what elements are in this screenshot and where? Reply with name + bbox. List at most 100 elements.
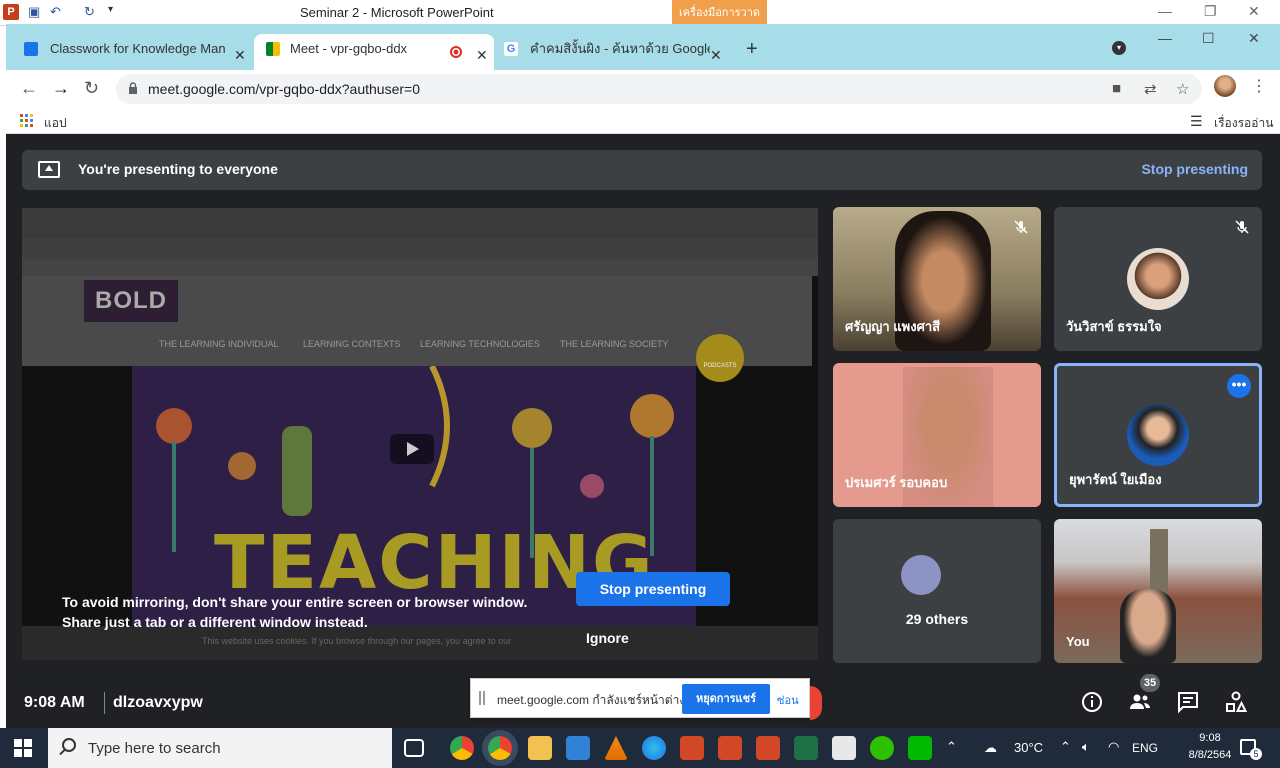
tab-search-icon[interactable]: ▾ [1112,41,1126,55]
activities-icon[interactable] [1224,690,1248,714]
powerpoint-app-icon-2[interactable] [718,736,742,760]
reading-list-icon[interactable]: ☰ [1190,113,1203,130]
close-tab-icon[interactable]: ✕ [710,40,722,70]
url-text[interactable]: meet.google.com/vpr-gqbo-ddx?authuser=0 [148,81,420,97]
vlc-icon[interactable] [604,736,628,760]
video-play-icon [390,434,434,464]
bookmark-star-icon[interactable]: ☆ [1176,80,1189,98]
recording-icon [450,46,462,58]
podcast-badge: PODCASTS [696,334,744,382]
powerpoint-app-icon[interactable] [680,736,704,760]
reload-icon[interactable]: ↻ [84,78,99,99]
info-icon[interactable] [1080,690,1104,714]
window-title: Seminar 2 - Microsoft PowerPoint [300,5,494,20]
mirroring-warning: To avoid mirroring, don't share your ent… [62,592,527,632]
close-tab-icon[interactable]: ✕ [234,40,246,70]
undo-icon[interactable]: ↶ [50,4,61,20]
file-explorer-icon[interactable] [528,736,552,760]
browser-toolbar: ← → ↻ meet.google.com/vpr-gqbo-ddx?authu… [6,70,1280,110]
chrome-active-app-icon[interactable] [488,736,512,760]
close-tab-icon[interactable]: ✕ [476,40,488,70]
stop-sharing-button[interactable]: หยุดการแชร์ [682,684,770,714]
line-app-icon[interactable] [908,736,932,760]
profile-avatar[interactable] [1214,75,1236,97]
self-label: You [1066,634,1090,649]
participant-name: ศรัญญา แพงศาสี [845,319,941,334]
camera-icon[interactable]: ■ [1112,80,1121,97]
quick-access-dropdown-icon[interactable]: ▾ [108,4,113,15]
tab-strip: Classwork for Knowledge Manag ✕ Meet - v… [6,24,1280,72]
meet-call-area: You're presenting to everyone Stop prese… [6,134,1280,728]
tab-google-search[interactable]: G คําคมสิงั้นผิง - ค้นหาด้วย Google ✕ [504,34,732,72]
chrome-close-icon[interactable]: ✕ [1248,30,1260,47]
shared-nav-item: THE LEARNING INDIVIDUAL [159,339,279,349]
person-icon [901,555,941,595]
participant-name: วันวิสาข์ ธรรมใจ [1066,319,1162,334]
participant-tile[interactable]: ศรัญญา แพงศาสี [833,207,1041,351]
participant-name: ยุพารัตน์ ใยเมือง [1069,472,1162,487]
excel-app-icon[interactable] [794,736,818,760]
tab-classwork[interactable]: Classwork for Knowledge Manag ✕ [24,34,252,72]
shared-screen-preview: BOLD THE LEARNING INDIVIDUAL LEARNING CO… [22,208,818,660]
search-placeholder[interactable]: Type here to search [88,740,221,757]
google-icon: G [504,42,518,56]
clock-date[interactable]: 8/8/2564 [1184,749,1236,761]
lock-icon[interactable] [128,82,138,94]
edge-icon[interactable] [642,736,666,760]
reading-list-label[interactable]: เรื่องรออ่าน [1214,114,1273,133]
chrome-maximize-icon[interactable]: ☐ [1202,30,1215,47]
participant-tile[interactable]: วันวิสาข์ ธรรมใจ [1054,207,1262,351]
hide-button[interactable]: ซ่อน [777,691,799,709]
wechat-icon[interactable] [870,736,894,760]
self-tile[interactable]: You [1054,519,1262,663]
shared-cookie-text: This website uses cookies. If you browse… [202,636,512,646]
stop-presenting-button[interactable]: Stop presenting [576,572,730,606]
others-tile[interactable]: 29 others [833,519,1041,663]
participant-name: ปรเมศวร์ รอบคอบ [845,475,948,490]
wifi-icon[interactable]: ◠ [1108,739,1119,755]
show-more-icon[interactable]: ⌃ [946,739,957,755]
windows-start-icon[interactable] [14,739,32,757]
powerpoint-app-icon-3[interactable] [756,736,780,760]
people-icon[interactable] [1128,690,1152,714]
tab-meet[interactable]: Meet - vpr-gqbo-ddx ✕ [254,34,494,72]
drawing-tools-tab[interactable]: เครื่องมือการวาด [672,0,767,24]
chrome-minimize-icon[interactable]: — [1158,30,1172,46]
participant-tile[interactable]: ปรเมศวร์ รอบคอบ [833,363,1041,507]
ignore-button[interactable]: Ignore [586,630,629,646]
mail-icon[interactable] [566,736,590,760]
store-icon[interactable] [832,736,856,760]
apps-label[interactable]: แอป [44,114,67,133]
task-view-icon[interactable] [404,739,424,757]
ppt-restore-icon[interactable]: ❐ [1204,3,1217,20]
input-language[interactable]: ENG [1132,741,1158,755]
volume-icon[interactable]: 🔈︎ [1082,739,1090,755]
apps-grid-icon[interactable] [20,114,34,128]
chrome-menu-icon[interactable]: ⋮ [1251,76,1267,96]
taskbar-search[interactable]: Type here to search [48,728,392,768]
back-icon[interactable]: ← [20,78,38,99]
stop-presenting-link[interactable]: Stop presenting [1141,161,1248,177]
chat-icon[interactable] [1176,690,1200,714]
translate-icon[interactable]: ⇄ [1144,80,1157,98]
ppt-minimize-icon[interactable]: — [1158,3,1172,19]
powerpoint-logo-icon: P [3,4,19,20]
chrome-app-icon[interactable] [450,736,474,760]
temperature[interactable]: 30°C [1014,740,1043,755]
redo-icon[interactable]: ↻ [84,4,95,20]
weather-icon[interactable]: ☁ [984,740,997,756]
people-count-badge: 35 [1140,674,1160,692]
save-icon[interactable]: ▣ [28,4,40,20]
more-options-icon[interactable]: ••• [1227,374,1251,398]
forward-icon[interactable]: → [52,78,70,99]
notification-count: 5 [1250,748,1262,760]
address-bar[interactable]: meet.google.com/vpr-gqbo-ddx?authuser=0 … [116,74,1202,104]
drag-handle-icon[interactable] [479,691,485,705]
tray-expand-icon[interactable]: ⌃ [1060,739,1071,755]
clock-time[interactable]: 9:08 [1184,732,1236,744]
tab-label: Classwork for Knowledge Manag [50,41,226,56]
ppt-close-icon[interactable]: ✕ [1248,3,1260,20]
participant-tile-active[interactable]: ••• ยุพารัตน์ ใยเมือง [1054,363,1262,507]
new-tab-icon[interactable]: + [746,38,758,61]
participant-avatar [1127,248,1189,310]
